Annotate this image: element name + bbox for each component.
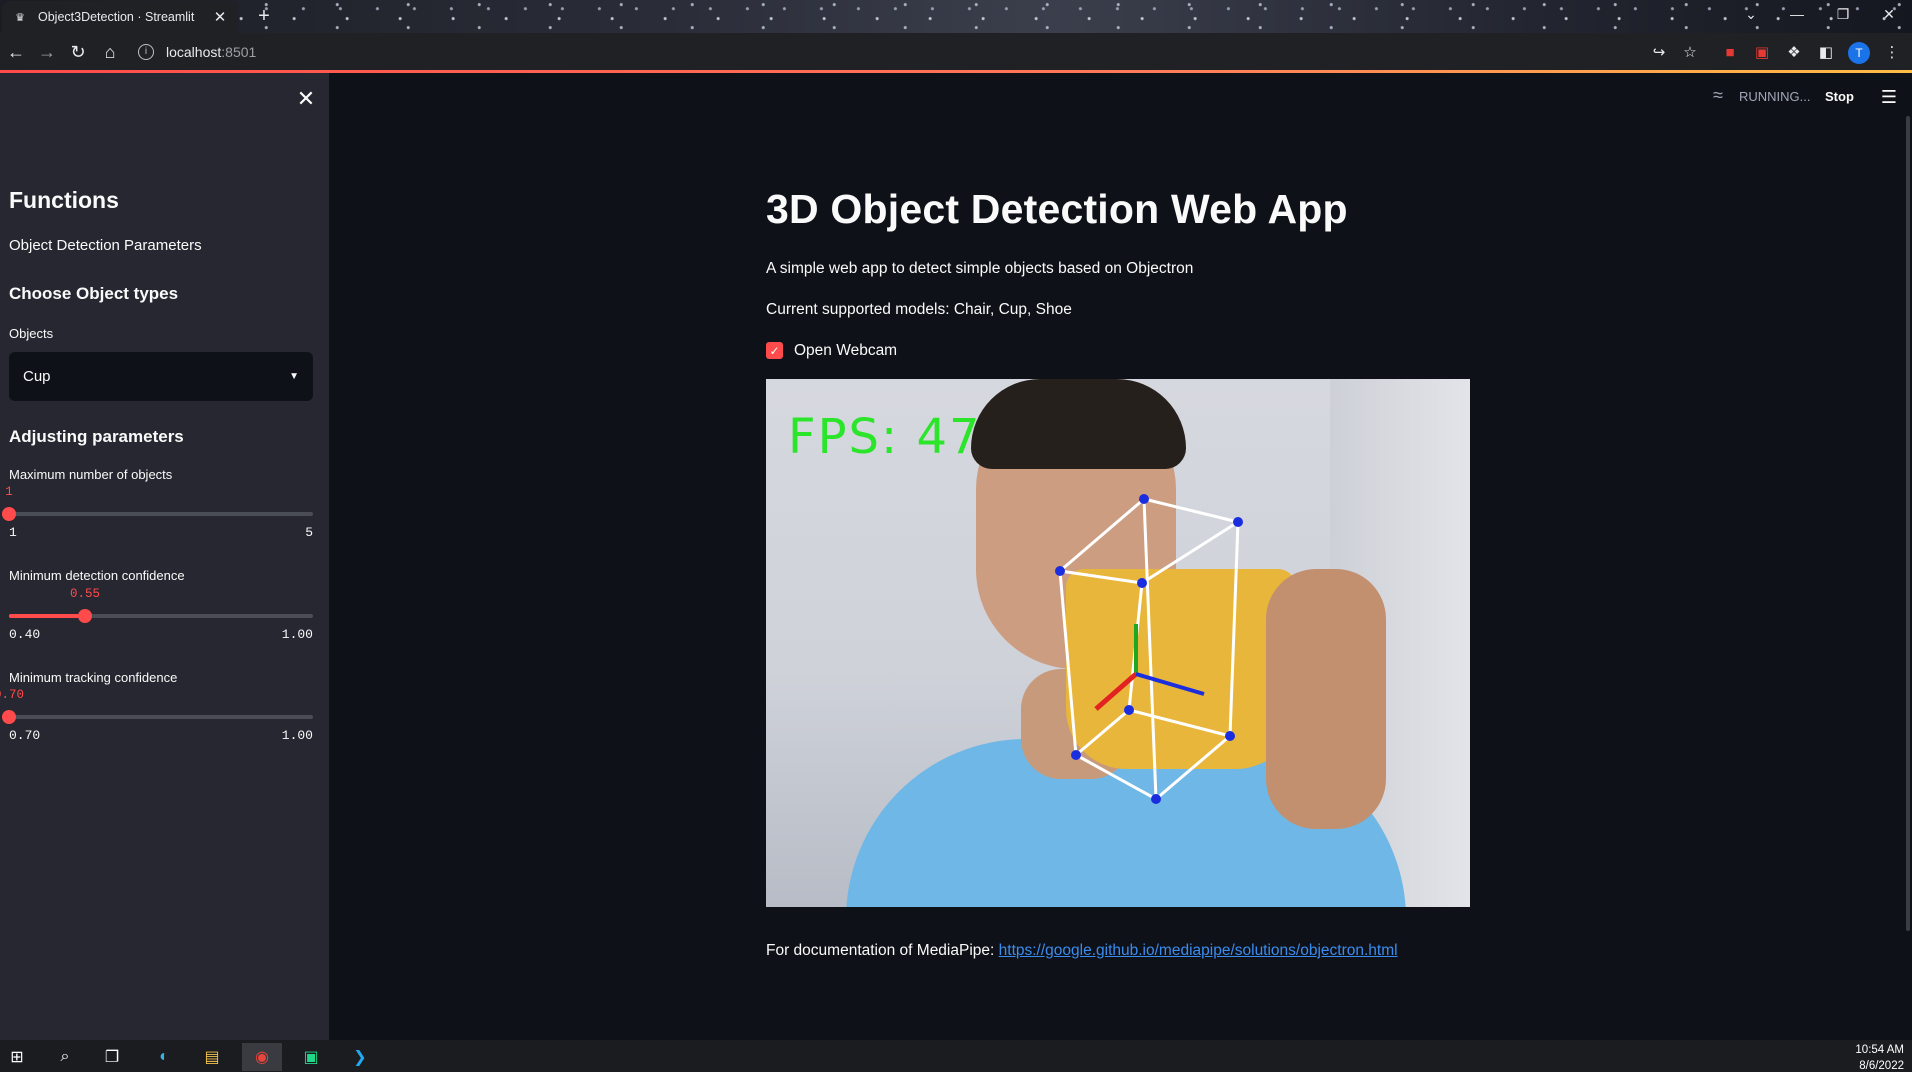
slider-track bbox=[9, 512, 313, 516]
new-tab-icon[interactable]: + bbox=[252, 4, 276, 28]
restore-icon[interactable]: ❐ bbox=[1820, 0, 1866, 28]
app-description: A simple web app to detect simple object… bbox=[766, 260, 1194, 277]
open-webcam-checkbox[interactable]: ✓ bbox=[766, 342, 783, 359]
objects-select[interactable]: Cup ▼ bbox=[9, 352, 313, 401]
slider-detection-confidence[interactable]: 0.55 0.40 1.00 bbox=[9, 587, 313, 647]
documentation-link[interactable]: https://google.github.io/mediapipe/solut… bbox=[999, 942, 1398, 959]
window-close-icon[interactable]: ✕ bbox=[1866, 0, 1912, 28]
edge-browser-icon[interactable]: ◐ bbox=[144, 1043, 184, 1071]
main-scrollbar[interactable] bbox=[1906, 116, 1910, 931]
browser-toolbar: ← → ↻ ⌂ i localhost:8501 ↪ ☆ ■ ▣ ❖ ◧ T ⋮ bbox=[0, 33, 1912, 70]
stop-button[interactable]: Stop bbox=[1825, 89, 1854, 104]
slider-max-objects-label: Maximum number of objects bbox=[9, 467, 173, 482]
slider-min: 0.70 bbox=[9, 728, 41, 743]
slider-value: 0.70 bbox=[0, 688, 25, 702]
site-info-icon[interactable]: i bbox=[138, 43, 154, 60]
streamlit-favicon-icon: ♛ bbox=[15, 11, 25, 24]
objects-label: Objects bbox=[9, 326, 54, 341]
bookmark-star-icon[interactable]: ☆ bbox=[1677, 39, 1703, 65]
running-status-text: RUNNING... bbox=[1739, 89, 1811, 104]
minimize-icon[interactable]: — bbox=[1774, 0, 1820, 28]
vscode-icon[interactable]: ❯ bbox=[340, 1043, 380, 1071]
profile-avatar[interactable]: T bbox=[1848, 42, 1870, 64]
url-host: localhost bbox=[166, 43, 222, 60]
browser-tab[interactable]: ♛ Object3Detection · Streamlit ✕ bbox=[2, 1, 238, 33]
slider-track bbox=[9, 715, 313, 719]
slider-value: 0.55 bbox=[69, 587, 101, 601]
clock-time: 10:54 AM bbox=[1855, 1044, 1904, 1056]
documentation-prefix: For documentation of MediaPipe: bbox=[766, 942, 995, 959]
page-title: 3D Object Detection Web App bbox=[766, 186, 1348, 232]
home-icon[interactable]: ⌂ bbox=[96, 38, 124, 66]
section-choose-objects: Choose Object types bbox=[9, 284, 179, 303]
url-port: :8501 bbox=[221, 43, 257, 60]
running-status-icon: ≈ bbox=[1713, 84, 1723, 105]
url-text: localhost:8501 bbox=[166, 44, 256, 60]
slider-max-objects[interactable]: 1 1 5 bbox=[2, 485, 313, 545]
chevron-down-icon: ▼ bbox=[289, 371, 299, 382]
browser-tab-strip: ♛ Object3Detection · Streamlit ✕ + ⌄ — ❐… bbox=[0, 0, 1912, 33]
sidebar-subtitle: Object Detection Parameters bbox=[9, 237, 202, 254]
system-clock: 10:54 AM 8/6/2022 bbox=[1850, 1042, 1904, 1072]
open-webcam-label[interactable]: Open Webcam bbox=[794, 342, 897, 360]
webcam-video-frame: FPS: 47 bbox=[766, 379, 1470, 907]
sidebar: ✕ Functions Object Detection Parameters … bbox=[0, 73, 329, 1040]
slider-max: 1.00 bbox=[281, 627, 313, 642]
sidebar-close-icon[interactable]: ✕ bbox=[294, 86, 318, 111]
extension-red-icon[interactable]: ■ bbox=[1717, 39, 1743, 65]
tab-close-icon[interactable]: ✕ bbox=[212, 9, 228, 26]
slider-fill bbox=[9, 614, 85, 618]
slider-detection-confidence-label: Minimum detection confidence bbox=[9, 568, 185, 583]
pycharm-icon[interactable]: ▣ bbox=[291, 1043, 331, 1071]
slider-min: 1 bbox=[9, 525, 17, 540]
reload-icon[interactable]: ↻ bbox=[64, 38, 92, 66]
search-icon[interactable]: ⌕ bbox=[45, 1043, 85, 1071]
slider-thumb[interactable] bbox=[2, 507, 16, 521]
fps-overlay: FPS: 47 bbox=[788, 409, 982, 465]
objects-select-value: Cup bbox=[23, 368, 51, 385]
tab-title: Object3Detection · Streamlit bbox=[38, 10, 195, 24]
slider-min: 0.40 bbox=[9, 627, 41, 642]
hamburger-menu-icon[interactable]: ☰ bbox=[1878, 86, 1900, 108]
slider-thumb[interactable] bbox=[78, 609, 92, 623]
slider-thumb[interactable] bbox=[2, 710, 16, 724]
forward-icon[interactable]: → bbox=[33, 38, 61, 66]
windows-taskbar: ⊞ ⌕ ❐ ◐ ▤ ◉ ▣ ❯ bbox=[0, 1040, 1912, 1072]
browser-menu-icon[interactable]: ⋮ bbox=[1879, 39, 1905, 65]
section-adjusting-parameters: Adjusting parameters bbox=[9, 427, 184, 446]
slider-value: 1 bbox=[5, 485, 13, 499]
chrome-icon[interactable]: ◉ bbox=[242, 1043, 282, 1071]
share-icon[interactable]: ↪ bbox=[1646, 39, 1672, 65]
back-icon[interactable]: ← bbox=[2, 38, 30, 66]
supported-models-text: Current supported models: Chair, Cup, Sh… bbox=[766, 301, 1072, 318]
slider-max: 1.00 bbox=[281, 728, 313, 743]
slider-max: 5 bbox=[305, 525, 313, 540]
clock-date: 8/6/2022 bbox=[1859, 1060, 1904, 1072]
side-panel-icon[interactable]: ◧ bbox=[1813, 39, 1839, 65]
sidebar-title: Functions bbox=[9, 187, 119, 213]
address-bar[interactable]: i localhost:8501 bbox=[138, 36, 1678, 67]
extension-red-second-icon[interactable]: ▣ bbox=[1749, 39, 1775, 65]
file-explorer-icon[interactable]: ▤ bbox=[192, 1043, 232, 1071]
slider-tracking-confidence[interactable]: 0.70 0.70 1.00 bbox=[0, 688, 313, 748]
documentation-line: For documentation of MediaPipe: https://… bbox=[766, 942, 1398, 960]
extensions-puzzle-icon[interactable]: ❖ bbox=[1781, 39, 1807, 65]
slider-tracking-confidence-label: Minimum tracking confidence bbox=[9, 670, 178, 685]
windows-start-icon[interactable]: ⊞ bbox=[0, 1043, 37, 1071]
task-view-icon[interactable]: ❐ bbox=[92, 1043, 132, 1071]
screen: ♛ Object3Detection · Streamlit ✕ + ⌄ — ❐… bbox=[0, 0, 1912, 1072]
tab-search-icon[interactable]: ⌄ bbox=[1728, 0, 1774, 28]
